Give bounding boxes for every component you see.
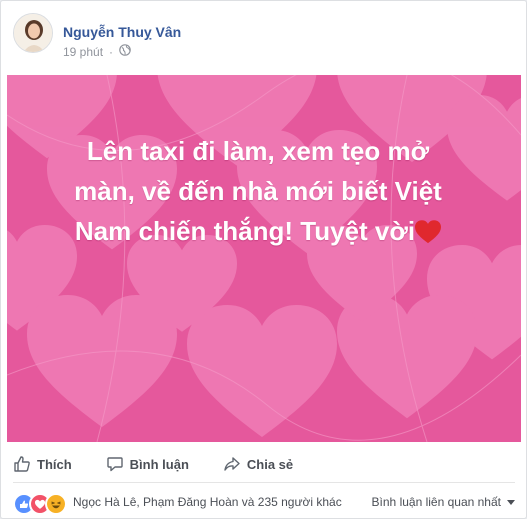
comment-sort-dropdown[interactable]: Bình luận liên quan nhất [372, 495, 515, 509]
comment-label: Bình luận [129, 456, 189, 472]
post-text-line: Nam chiến thắng! Tuyệt vời [74, 216, 416, 246]
like-button[interactable]: Thích [13, 455, 72, 473]
share-button[interactable]: Chia sẻ [223, 455, 293, 473]
like-label: Thích [37, 456, 72, 472]
post-timestamp[interactable]: 19 phút [63, 45, 103, 59]
reactions-summary[interactable]: Ngọc Hà Lê, Phạm Đăng Hoàn và 235 người … [73, 495, 342, 509]
post-text-line: màn, về đến nhà mới biết Việt [74, 176, 442, 206]
author-name[interactable]: Nguyễn Thuỵ Vân [63, 24, 181, 40]
share-label: Chia sẻ [246, 456, 294, 472]
comment-bubble-icon [106, 455, 124, 473]
post-text: Lên taxi đi làm, xem tẹo mở màn, về đến … [41, 131, 475, 255]
caret-down-icon [507, 495, 515, 509]
post-text-line-last: Nam chiến thắng! Tuyệt vời [41, 211, 475, 255]
globe-icon[interactable] [119, 44, 131, 59]
reactions-row: Ngọc Hà Lê, Phạm Đăng Hoàn và 235 người … [13, 488, 515, 516]
post-actions-bar: Thích Bình luận Chia sẻ [13, 446, 515, 483]
author-avatar[interactable] [13, 13, 53, 53]
thumbs-up-icon [13, 455, 31, 473]
haha-reaction-icon [45, 493, 67, 515]
share-arrow-icon [223, 455, 241, 473]
red-heart-icon [415, 215, 442, 255]
meta-separator: · [109, 44, 114, 59]
post-card: Nguyễn Thuỵ Vân 19 phút · Lên taxi đi là… [0, 0, 527, 519]
comment-sort-label: Bình luận liên quan nhất [371, 495, 501, 509]
reaction-icons[interactable] [13, 493, 71, 515]
post-header: Nguyễn Thuỵ Vân 19 phút · [13, 13, 513, 65]
post-text-line: Lên taxi đi làm, xem tẹo mở [86, 136, 430, 166]
post-meta: 19 phút · [63, 44, 131, 59]
comment-button[interactable]: Bình luận [106, 455, 189, 473]
